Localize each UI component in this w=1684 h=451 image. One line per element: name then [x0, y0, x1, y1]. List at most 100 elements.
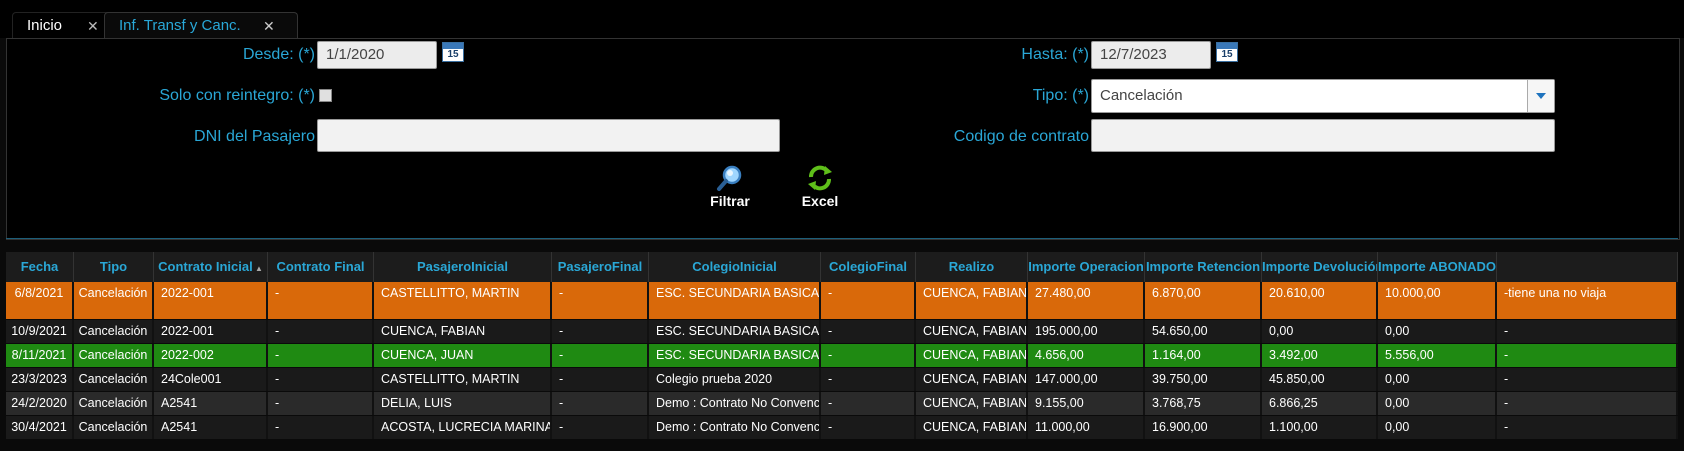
table-cell: 2022-001 [154, 282, 268, 319]
calendar-day: 15 [447, 49, 459, 60]
table-cell: Cancelación [74, 392, 154, 415]
table-cell: 6.866,25 [1262, 392, 1378, 415]
table-cell: - [552, 282, 649, 319]
table-cell: 0,00 [1378, 320, 1497, 343]
hasta-date-field[interactable]: 12/7/2023 [1091, 41, 1211, 69]
column-header[interactable]: Fecha [6, 252, 74, 282]
tipo-select[interactable]: Cancelación [1091, 79, 1555, 113]
tipo-label: Tipo: (*) [1032, 87, 1089, 104]
contrato-input[interactable] [1091, 119, 1555, 152]
table-row[interactable]: 10/9/2021 Cancelación 2022-001- CUENCA, FAB… [6, 320, 1678, 343]
table-cell: ESC. SECUNDARIA BASICA Nº3 [649, 282, 821, 319]
table-cell: -tiene una no viaja [1497, 282, 1678, 319]
table-cell: 0,00 [1378, 416, 1497, 439]
table-cell: - [268, 368, 374, 391]
table-cell: Cancelación [74, 320, 154, 343]
table-cell: - [1497, 320, 1678, 343]
desde-label: Desde: (*) [242, 46, 315, 63]
table-cell: - [552, 344, 649, 367]
table-cell: - [268, 320, 374, 343]
table-cell: 2022-002 [154, 344, 268, 367]
table-cell: - [268, 344, 374, 367]
table-cell: 23/3/2023 [6, 368, 74, 391]
excel-button[interactable]: Excel [795, 165, 845, 209]
chevron-down-icon[interactable] [1527, 80, 1554, 112]
column-header[interactable]: Importe Retencion [1145, 252, 1262, 282]
column-header[interactable]: ColegioFinal [821, 252, 916, 282]
column-header[interactable]: Importe Operacion [1028, 252, 1145, 282]
table-cell: 1.100,00 [1262, 416, 1378, 439]
dni-input[interactable] [317, 119, 780, 152]
table-cell: 10.000,00 [1378, 282, 1497, 319]
table-cell: - [268, 392, 374, 415]
table-cell: 3.492,00 [1262, 344, 1378, 367]
divider [6, 238, 1678, 239]
table-row[interactable]: 30/4/2021 Cancelación A2541- ACOSTA, LUCREC… [6, 416, 1678, 439]
close-icon[interactable]: ✕ [263, 13, 275, 39]
table-cell: - [1497, 368, 1678, 391]
table-row[interactable]: 24/2/2020 Cancelación A2541- DELIA, LUIS - De… [6, 392, 1678, 415]
filtrar-label: Filtrar [710, 193, 750, 209]
table-cell: - [552, 416, 649, 439]
table-cell: 9.155,00 [1028, 392, 1145, 415]
table-cell: - [1497, 416, 1678, 439]
table-cell: A2541 [154, 416, 268, 439]
column-header[interactable]: Contrato Inicial [154, 252, 268, 282]
table-cell: 45.850,00 [1262, 368, 1378, 391]
excel-label: Excel [801, 193, 839, 209]
table-cell: 30/4/2021 [6, 416, 74, 439]
column-header[interactable]: ColegioInicial [649, 252, 821, 282]
column-header[interactable]: PasajeroFinal [552, 252, 649, 282]
table-cell: CUENCA, FABIAN [916, 344, 1028, 367]
table-cell: - [1497, 344, 1678, 367]
filtrar-button[interactable]: Filtrar [705, 165, 755, 209]
table-row[interactable]: 8/11/2021 Cancelación 2022-002- CUENCA, JUA… [6, 344, 1678, 367]
table-cell: 6.870,00 [1145, 282, 1262, 319]
column-header[interactable]: Importe Devolución [1262, 252, 1378, 282]
tab-inf-label: Inf. Transf y Canc. [119, 17, 241, 34]
column-header[interactable] [1497, 252, 1678, 282]
hasta-label: Hasta: (*) [1021, 46, 1089, 63]
column-header[interactable]: Contrato Final [268, 252, 374, 282]
table-cell: - [552, 368, 649, 391]
contrato-label: Codigo de contrato [953, 128, 1089, 145]
table-cell: 39.750,00 [1145, 368, 1262, 391]
search-icon [717, 165, 742, 191]
table-cell: 5.556,00 [1378, 344, 1497, 367]
table-cell: CUENCA, JUAN [374, 344, 552, 367]
table-cell: ESC. SECUNDARIA BASICA Nº3 [649, 320, 821, 343]
tab-inf-transf-canc[interactable]: Inf. Transf y Canc. ✕ [104, 12, 298, 39]
column-header[interactable]: PasajeroInicial [374, 252, 552, 282]
close-icon[interactable]: ✕ [87, 13, 99, 39]
table-cell: CUENCA, FABIAN [916, 392, 1028, 415]
table-cell: 0,00 [1378, 368, 1497, 391]
table-cell: CUENCA, FABIAN [916, 368, 1028, 391]
calendar-icon[interactable]: 15 [1216, 42, 1238, 62]
column-header[interactable]: Realizo [916, 252, 1028, 282]
table-cell: 8/11/2021 [6, 344, 74, 367]
table-cell: - [552, 392, 649, 415]
table-cell: 16.900,00 [1145, 416, 1262, 439]
table-cell: - [552, 320, 649, 343]
refresh-icon [808, 165, 832, 191]
table-cell: 2022-001 [154, 320, 268, 343]
tab-inicio-label: Inicio [27, 17, 63, 34]
table-cell: - [821, 344, 916, 367]
calendar-day: 15 [1221, 49, 1233, 60]
table-cell: - [821, 368, 916, 391]
calendar-icon[interactable]: 15 [442, 42, 464, 62]
table-cell: Cancelación [74, 416, 154, 439]
column-header[interactable]: Tipo [74, 252, 154, 282]
table-cell: - [1497, 392, 1678, 415]
table-row[interactable]: 6/8/2021 Cancelación 2022-001- CASTELLITTO,… [6, 282, 1678, 319]
table-cell: 24Cole001 [154, 368, 268, 391]
column-header[interactable]: Importe ABONADO [1378, 252, 1497, 282]
table-row[interactable]: 23/3/2023 Cancelación 24Cole001- CASTELLITT… [6, 368, 1678, 391]
reintegro-checkbox[interactable] [319, 89, 332, 102]
desde-date-field[interactable]: 1/1/2020 [317, 41, 437, 69]
table-cell: CUENCA, FABIAN [916, 416, 1028, 439]
table-cell: CASTELLITTO, MARTIN [374, 368, 552, 391]
table-cell: DELIA, LUIS [374, 392, 552, 415]
table-cell: CUENCA, FABIAN [916, 320, 1028, 343]
table-cell: - [268, 416, 374, 439]
